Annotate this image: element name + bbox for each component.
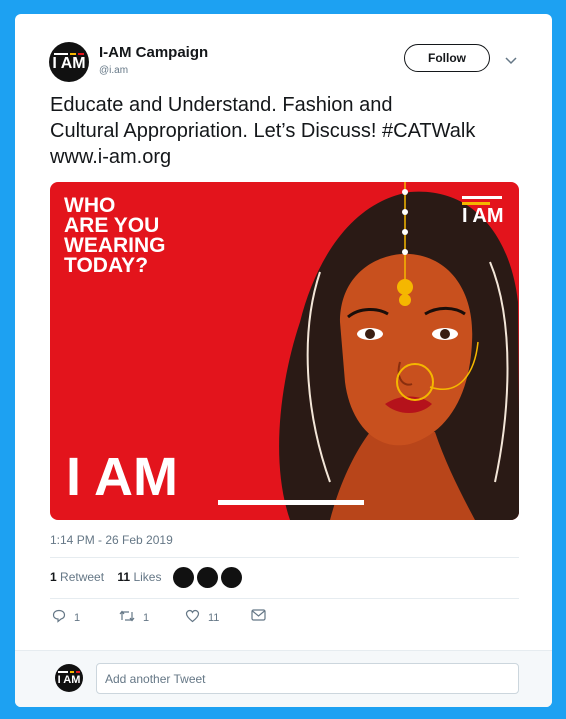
tweet-text-line: Educate and Understand. Fashion and: [50, 94, 393, 116]
retweet-count: 1: [143, 611, 150, 624]
fill-in-blank-line: [218, 500, 364, 505]
portrait-illustration: [279, 182, 519, 520]
account-avatar[interactable]: I AM: [49, 42, 89, 82]
media-headline: WHO ARE YOU WEARING TODAY?: [64, 194, 166, 277]
retweet-label[interactable]: Retweet: [60, 570, 104, 584]
headline-line: TODAY?: [64, 254, 149, 277]
reply-count: 1: [74, 611, 81, 624]
tweet-text-line: Cultural Appropriation. Let’s Discuss! #…: [50, 120, 476, 142]
liker-avatar[interactable]: [197, 567, 218, 588]
avatar-logo-text: I AM: [57, 674, 81, 686]
tweet-card: I AM I-AM Campaign @i.am Follow Educate …: [15, 14, 552, 707]
tweet-media-image[interactable]: WHO ARE YOU WEARING TODAY? I AM I AM: [50, 182, 519, 520]
liker-avatar[interactable]: [221, 567, 242, 588]
retweet-count[interactable]: 1: [50, 570, 57, 584]
envelope-icon: [251, 609, 266, 624]
liker-avatar[interactable]: [173, 567, 194, 588]
reply-icon: [52, 609, 66, 626]
likes-count[interactable]: 11: [117, 570, 130, 584]
avatar-logo-text: I AM: [52, 55, 86, 72]
heart-icon: [185, 609, 200, 626]
media-big-text: I AM: [66, 447, 178, 507]
liker-avatars[interactable]: [173, 567, 242, 588]
direct-message-button[interactable]: [251, 609, 266, 624]
tweet-text-line[interactable]: www.i-am.org: [50, 144, 520, 170]
tweet-timestamp[interactable]: 1:14 PM - 26 Feb 2019: [50, 533, 173, 547]
add-tweet-input[interactable]: Add another Tweet: [96, 663, 519, 694]
media-logo-text: I AM: [462, 205, 504, 227]
headline-line: WHO: [64, 194, 116, 217]
tweet-stats: 1 Retweet 11 Likes: [50, 570, 161, 584]
composer-avatar[interactable]: I AM: [55, 664, 83, 692]
like-button[interactable]: 11: [185, 609, 219, 626]
retweet-button[interactable]: 1: [119, 609, 149, 626]
reply-button[interactable]: 1: [52, 609, 80, 626]
media-logo-bars: [462, 196, 503, 205]
likes-label[interactable]: Likes: [133, 570, 161, 584]
media-logo: I AM: [462, 196, 504, 227]
retweet-icon: [119, 609, 135, 626]
follow-button[interactable]: Follow: [404, 44, 490, 72]
account-name[interactable]: I-AM Campaign: [99, 44, 208, 61]
headline-line: ARE YOU: [64, 214, 160, 237]
chevron-down-icon[interactable]: [505, 52, 517, 68]
account-handle[interactable]: @i.am: [99, 65, 128, 76]
divider: [50, 598, 519, 599]
tweet-text: Educate and Understand. Fashion and Cult…: [50, 92, 520, 170]
divider: [50, 557, 519, 558]
like-count: 11: [208, 611, 220, 624]
headline-line: WEARING: [64, 234, 166, 257]
avatar-logo-bars: [58, 671, 80, 673]
